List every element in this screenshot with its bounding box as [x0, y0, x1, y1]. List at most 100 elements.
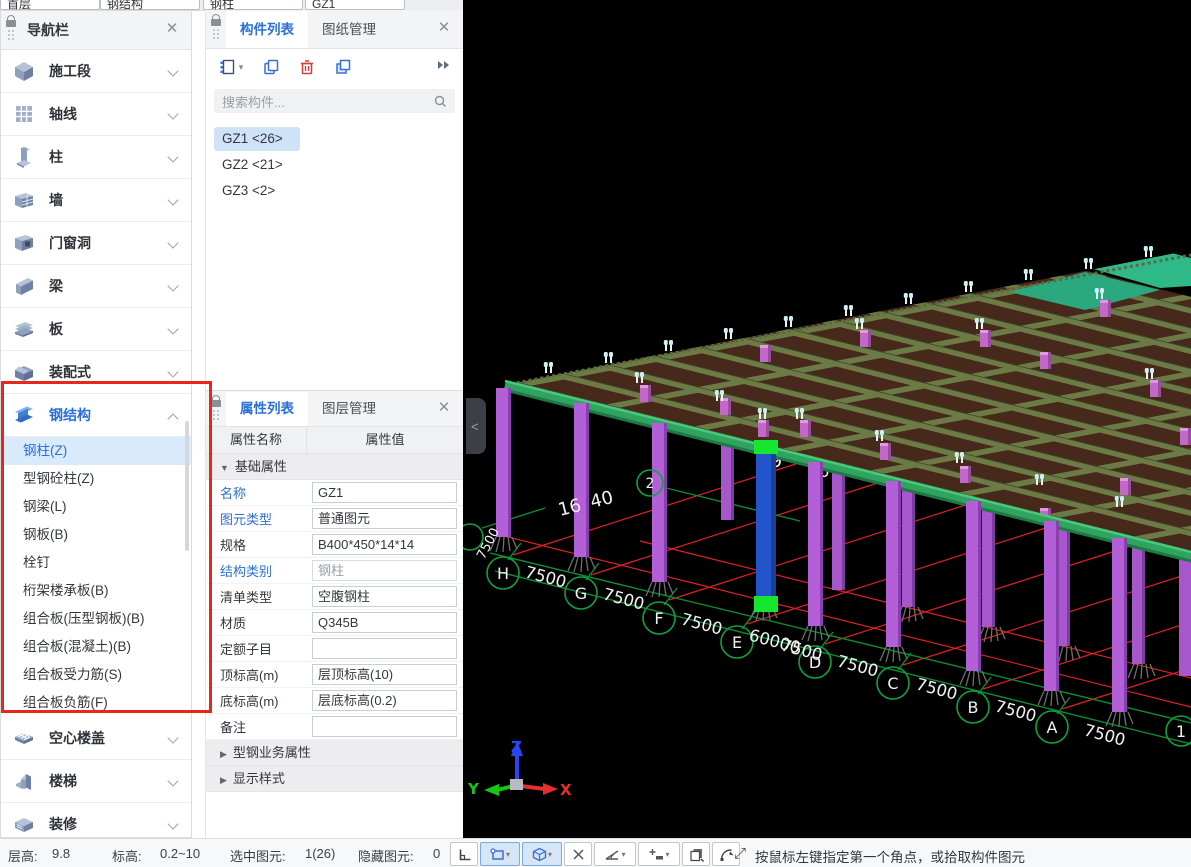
close-icon[interactable]: ✕ — [435, 19, 453, 37]
property-value-input[interactable] — [312, 638, 457, 659]
sidebar-item-construction-segment[interactable]: 施工段 — [1, 50, 191, 93]
view-3d-button[interactable]: ▾ — [522, 842, 562, 866]
tab-component-list[interactable]: 构件列表 — [226, 11, 308, 48]
selected-elements-label: 选中图元: — [230, 846, 286, 865]
delete-component-button[interactable] — [294, 54, 320, 80]
slab-icon — [11, 317, 37, 341]
svg-text:F: F — [654, 609, 663, 628]
section-display-style[interactable]: ▶显示样式 — [206, 766, 463, 792]
3d-viewport[interactable]: 49 0 — [463, 0, 1191, 838]
batch-select-button[interactable] — [682, 842, 710, 866]
sidebar-item-hollow-floor[interactable]: 空心楼盖 — [1, 717, 191, 760]
sidebar-item-steel-structure[interactable]: 钢结构 — [1, 394, 191, 437]
property-value-input[interactable]: 钢柱 — [312, 560, 457, 581]
category-select[interactable]: 钢结构▾ — [100, 0, 200, 10]
sidebar-subitem-steel-plate[interactable]: 钢板(B) — [1, 521, 191, 549]
new-component-button[interactable]: ▾ — [214, 54, 248, 80]
search-input[interactable]: 搜索构件... — [214, 89, 455, 113]
close-icon[interactable]: ✕ — [435, 399, 453, 417]
hidden-elements-value: 0 — [433, 846, 440, 861]
sidebar-item-stairs[interactable]: 楼梯 — [1, 760, 191, 803]
section-steel-business-properties[interactable]: ▶型钢业务属性 — [206, 740, 463, 766]
floor-height-value: 9.8 — [52, 846, 70, 861]
tab-property-list[interactable]: 属性列表 — [226, 392, 308, 426]
svg-text:G: G — [575, 584, 587, 603]
sidebar-subitem-src-column[interactable]: 型钢砼柱(Z) — [1, 465, 191, 493]
property-value-input[interactable] — [312, 716, 457, 737]
svg-text:C: C — [887, 674, 898, 693]
sidebar-item-beam[interactable]: 梁 — [1, 265, 191, 308]
panel-drag-handle[interactable] — [206, 391, 226, 426]
svg-text:7500: 7500 — [914, 675, 959, 704]
property-value-input[interactable]: GZ1 — [312, 482, 457, 503]
tab-layer-management[interactable]: 图层管理 — [308, 392, 390, 426]
element-type-select[interactable]: 钢柱▾ — [203, 0, 303, 10]
chevron-down-icon — [167, 323, 178, 334]
dimension-labels: 7500 7500 7500 7500 7500 7500 7500 7500 … — [474, 487, 1127, 750]
cross-snap-button[interactable] — [564, 842, 592, 866]
chevron-down-icon — [167, 151, 178, 162]
sidebar-item-slab[interactable]: 板 — [1, 308, 191, 351]
axis-z-label: Z — [511, 738, 522, 756]
component-list-item[interactable]: GZ3 <2> — [214, 179, 300, 203]
sidebar-item-axis[interactable]: 轴线 — [1, 93, 191, 136]
lock-icon[interactable] — [211, 14, 221, 26]
property-value-input[interactable]: 普通图元 — [312, 508, 457, 529]
properties-panel: 属性列表 图层管理 ✕ 属性名称 属性值 ▼基础属性 名称GZ1 图元类型普通图… — [205, 390, 463, 838]
floor-select[interactable]: 首层▾ — [0, 0, 100, 10]
panel-collapse-tab[interactable]: < — [466, 398, 486, 454]
sidebar-subitem-truss-deck[interactable]: 桁架楼承板(B) — [1, 577, 191, 605]
copy-to-floors-button[interactable] — [330, 54, 356, 80]
section-basic-properties[interactable]: ▼基础属性 — [206, 454, 463, 480]
sidebar-subitem-composite-profiled[interactable]: 组合板(压型钢板)(B) — [1, 605, 191, 633]
selection-box-button[interactable]: ▾ — [480, 842, 520, 866]
close-icon[interactable]: ✕ — [163, 20, 181, 38]
chevron-down-icon — [167, 366, 178, 377]
lock-icon[interactable] — [211, 395, 221, 407]
property-row: 备注 — [206, 714, 463, 740]
property-row: 图元类型普通图元 — [206, 506, 463, 532]
sidebar-subitem-composite-negative-rebar[interactable]: 组合板负筋(F) — [1, 689, 191, 717]
component-list-item[interactable]: GZ2 <21> — [214, 153, 300, 177]
panel-drag-handle[interactable] — [206, 10, 226, 48]
chevron-down-icon: ▾ — [665, 850, 669, 859]
sidebar-subitem-steel-column[interactable]: 钢柱(Z) — [1, 437, 191, 465]
nav-scrollbar[interactable] — [185, 421, 189, 551]
expand-toolbar-button[interactable] — [435, 57, 451, 78]
column-property-value: 属性值 — [307, 427, 463, 453]
sidebar-subitem-composite-rebar[interactable]: 组合板受力筋(S) — [1, 661, 191, 689]
sidebar-item-wall[interactable]: 墙 — [1, 179, 191, 222]
property-value-input[interactable]: 空腹钢柱 — [312, 586, 457, 607]
application-window: 首层▾ 钢结构▾ 钢柱▾ GZ1▾ 导航栏 ✕ 施工段 轴线 柱 墙 — [0, 0, 1191, 867]
property-value-input[interactable]: Q345B — [312, 612, 457, 633]
axis-triad: Z X Y — [467, 738, 572, 799]
offset-input-button[interactable]: ▾ — [638, 842, 680, 866]
sidebar-item-door-window-opening[interactable]: 门窗洞 — [1, 222, 191, 265]
sidebar-subitem-steel-beam[interactable]: 钢梁(L) — [1, 493, 191, 521]
lock-icon[interactable] — [6, 15, 16, 27]
copy-component-button[interactable] — [258, 54, 284, 80]
ortho-mode-button[interactable] — [450, 842, 478, 866]
property-value-input[interactable]: 层顶标高(10) — [312, 664, 457, 685]
svg-text:7500: 7500 — [1082, 721, 1127, 750]
statusbar-hint: 按鼠标左键指定第一个角点，或拾取构件图元 — [755, 846, 1025, 866]
panel-drag-handle[interactable] — [1, 11, 21, 49]
svg-text:A: A — [1047, 718, 1058, 737]
sidebar-item-prefab[interactable]: 装配式 — [1, 351, 191, 394]
angle-tool-button[interactable]: ▾ — [594, 842, 636, 866]
chevron-down-icon — [167, 194, 178, 205]
property-value-input[interactable]: B400*450*14*14 — [312, 534, 457, 555]
property-row: 材质Q345B — [206, 610, 463, 636]
property-value-input[interactable]: 层底标高(0.2) — [312, 690, 457, 711]
tab-drawing-management[interactable]: 图纸管理 — [308, 11, 390, 48]
component-list-item[interactable]: GZ1 <26> — [214, 127, 300, 151]
sidebar-subitem-composite-concrete[interactable]: 组合板(混凝土)(B) — [1, 633, 191, 661]
plus-offset-icon — [648, 847, 664, 862]
sidebar-subitem-stud[interactable]: 栓钉 — [1, 549, 191, 577]
component-select[interactable]: GZ1▾ — [305, 0, 405, 10]
sidebar-item-column[interactable]: 柱 — [1, 136, 191, 179]
chevron-down-icon: ▾ — [239, 62, 244, 73]
resize-cursor-icon: ⤢ — [734, 845, 746, 862]
column-property-name: 属性名称 — [206, 427, 307, 453]
search-placeholder: 搜索构件... — [222, 92, 434, 111]
